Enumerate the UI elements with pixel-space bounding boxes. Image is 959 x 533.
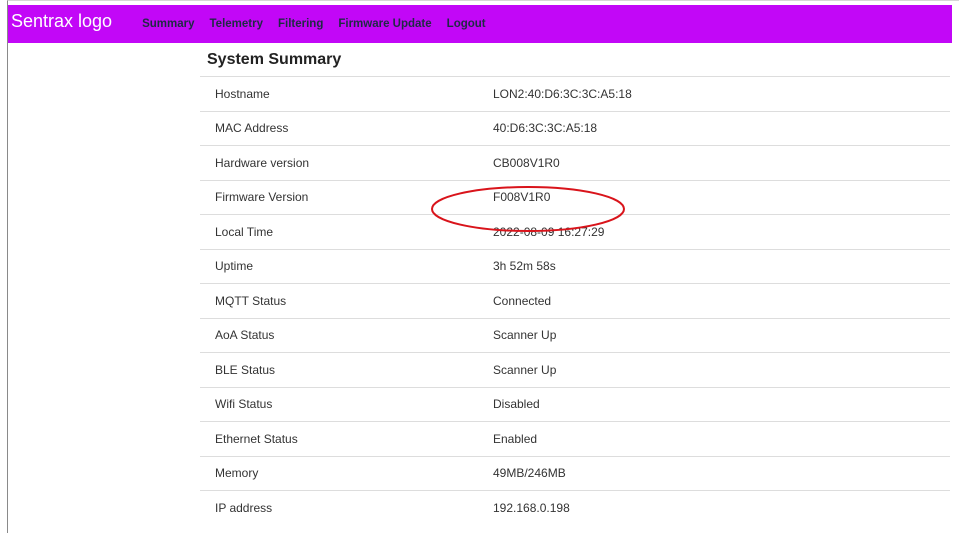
row-value: LON2:40:D6:3C:3C:A5:18 (480, 76, 950, 111)
page-title: System Summary (207, 51, 342, 68)
table-row: Hostname LON2:40:D6:3C:3C:A5:18 (200, 76, 950, 111)
browser-page: Sentrax logo Summary Telemetry Filtering… (7, 0, 959, 533)
nav-link-firmware-update[interactable]: Firmware Update (338, 18, 431, 30)
row-label: Hostname (200, 76, 480, 111)
row-label: MQTT Status (200, 283, 480, 318)
table-row: Local Time 2022-08-09 16:27:29 (200, 214, 950, 249)
row-label: Firmware Version (200, 179, 480, 215)
row-label: Ethernet Status (200, 421, 480, 456)
table-row: AoA Status Scanner Up (200, 317, 950, 353)
table-row: Wifi Status Disabled (200, 386, 950, 422)
table-row: Firmware Version F008V1R0 (200, 179, 950, 215)
row-value: 40:D6:3C:3C:A5:18 (480, 110, 950, 146)
nav-links: Summary Telemetry Filtering Firmware Upd… (142, 18, 501, 30)
row-label: BLE Status (200, 352, 480, 387)
row-value: CB008V1R0 (480, 145, 950, 180)
row-label: IP address (200, 490, 480, 525)
system-summary-table: Hostname LON2:40:D6:3C:3C:A5:18 MAC Addr… (200, 76, 950, 525)
row-label: Memory (200, 455, 480, 491)
table-row: Hardware version CB008V1R0 (200, 145, 950, 180)
table-row: Memory 49MB/246MB (200, 455, 950, 491)
row-label: Wifi Status (200, 386, 480, 422)
table-row: MAC Address 40:D6:3C:3C:A5:18 (200, 110, 950, 146)
row-label: Local Time (200, 214, 480, 249)
nav-link-summary[interactable]: Summary (142, 18, 194, 30)
row-label: Uptime (200, 248, 480, 284)
row-label: MAC Address (200, 110, 480, 146)
table-row: Uptime 3h 52m 58s (200, 248, 950, 284)
nav-link-logout[interactable]: Logout (447, 18, 486, 30)
nav-link-filtering[interactable]: Filtering (278, 18, 323, 30)
nav-link-telemetry[interactable]: Telemetry (210, 18, 263, 30)
row-value: Enabled (480, 421, 950, 456)
row-value: Connected (480, 283, 950, 318)
main-content: System Summary Hostname LON2:40:D6:3C:3C… (200, 43, 950, 533)
table-row: MQTT Status Connected (200, 283, 950, 318)
row-label: Hardware version (200, 145, 480, 180)
row-value: F008V1R0 (480, 179, 950, 215)
row-label: AoA Status (200, 317, 480, 353)
table-row: IP address 192.168.0.198 (200, 490, 950, 525)
row-value: Disabled (480, 386, 950, 422)
table-row: BLE Status Scanner Up (200, 352, 950, 387)
row-value: 2022-08-09 16:27:29 (480, 214, 950, 249)
row-value: Scanner Up (480, 352, 950, 387)
brand-logo[interactable]: Sentrax logo (8, 11, 112, 32)
row-value: Scanner Up (480, 317, 950, 353)
table-row: Ethernet Status Enabled (200, 421, 950, 456)
row-value: 49MB/246MB (480, 455, 950, 491)
row-value: 192.168.0.198 (480, 490, 950, 525)
row-value: 3h 52m 58s (480, 248, 950, 284)
top-navbar: Sentrax logo Summary Telemetry Filtering… (8, 5, 952, 43)
